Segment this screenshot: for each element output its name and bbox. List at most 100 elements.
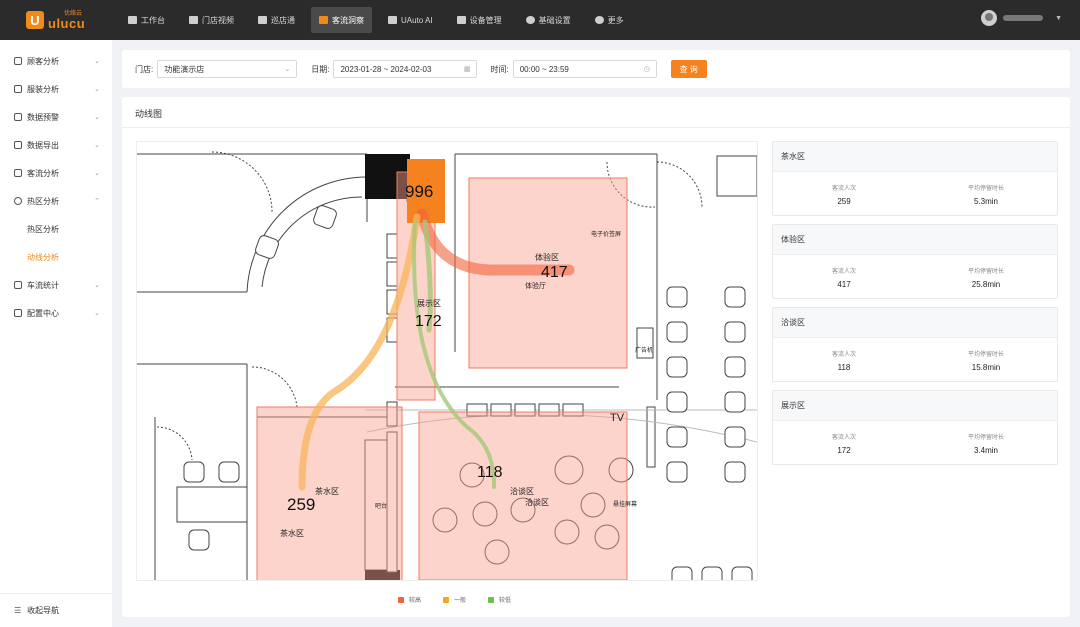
device-icon [456,16,466,24]
dwell-label: 平均停留时长 [967,185,1004,192]
ad-machine-label: 广告机 [635,346,653,354]
people-icon [319,16,328,24]
sidebar-item-label: 客流分析 [27,168,59,178]
zone-count-tea: 259 [287,495,315,514]
logo-mark-icon: U [26,11,44,29]
zone-negotiation[interactable] [418,411,628,580]
nav-item-label: 客流洞察 [332,15,364,25]
legend-label: 较高 [409,598,422,604]
nav-item-label: 基础设置 [538,15,571,25]
dwell-label: 平均停留时长 [967,268,1004,275]
avatar [981,10,998,26]
sidebar-item-apparel-analysis[interactable]: 服装分析 ⌄ [0,75,112,103]
sidebar-subitem-heatzone[interactable]: 热区分析 [0,215,112,243]
sidebar-subitem-flow-analysis[interactable]: 动线分析 [0,243,112,271]
store-label: 门店: [135,64,154,74]
settings-icon [525,16,535,24]
nav-item-label: 门店视频 [202,15,234,25]
sidebar-item-data-alert[interactable]: 数据预警 ⌄ [0,103,112,131]
nav-item-basic-settings[interactable]: 基础设置 [518,7,579,33]
legend-swatch [488,596,495,603]
visits-label: 客流人次 [831,351,856,358]
legend-item-high: 较高 [398,595,421,604]
floor-plan-map: 996 417 172 118 259 体验区 体验厅 展示区 洽谈区 洽谈区 … [136,141,758,581]
time-range-value: 00:00 ~ 23:59 [519,64,569,74]
sidebar-item-heatzone-analysis[interactable]: 热区分析 ⌃ [0,187,112,215]
zone-count-negotiation: 118 [477,464,503,481]
top-navigation-bar: U 优络云 ulucu 工作台 门店视频 巡店通 客流洞察 UAuto AI 设… [0,0,1080,40]
chevron-up-icon: ⌃ [94,198,100,205]
legend: 较高 一般 较低 [398,595,533,604]
nav-item-store-video[interactable]: 门店视频 [181,7,242,33]
entrance-count: 996 [405,182,433,201]
chevron-down-icon: ⌄ [94,86,100,93]
query-button[interactable]: 查 询 [670,60,707,78]
nav-item-uauto-ai[interactable]: UAuto AI [380,7,441,33]
zone-card: 洽谈区 客流人次 118 平均停留时长 15.8min [772,307,1058,382]
visits-label: 客流人次 [831,185,856,192]
home-icon [128,16,137,24]
zone-card: 茶水区 客流人次 259 平均停留时长 5.3min [772,141,1058,216]
chevron-down-icon: ⌄ [284,66,291,73]
chevron-down-icon: ⌄ [94,310,100,317]
calendar-icon: ▦ [463,66,471,73]
panel-title: 动线图 [135,109,163,119]
date-range-picker[interactable]: 2023-01-28 ~ 2024-02-03 ▦ [333,60,478,78]
time-range-picker[interactable]: 00:00 ~ 23:59 ◷ [512,60,657,78]
user-menu[interactable]: ▼ [981,10,1062,26]
zone-sub-negotiation: 洽谈区 [525,497,549,507]
zone-card: 展示区 客流人次 172 平均停留时长 3.4min [772,390,1058,465]
collapse-nav-button[interactable]: ☰ 收起导航 [0,593,112,627]
chevron-down-icon: ▼ [1055,14,1062,22]
panel-divider [122,127,1070,128]
sidebar-item-label: 车流统计 [27,280,59,290]
nav-item-more[interactable]: 更多 [587,7,632,33]
legend-swatch [398,596,404,603]
dwell-label: 平均停留时长 [967,434,1004,441]
zone-name-experience: 体验区 [535,252,559,262]
sidebar-item-label: 数据导出 [27,140,59,150]
clock-icon: ◷ [643,66,650,73]
sidebar: 顾客分析 ⌄ 服装分析 ⌄ 数据预警 ⌄ 数据导出 ⌄ 客流分析 ⌄ 热区分析 ⌃ 热区分析… [0,40,112,627]
brand-name-en: ulucu [48,15,86,31]
dwell-value: 25.8min [971,279,1001,289]
dwell-value: 5.3min [973,196,998,206]
sidebar-item-label: 热区分析 [27,196,59,206]
export-icon [14,141,22,149]
brand-logo[interactable]: U 优络云 ulucu [0,0,120,40]
zone-name-display: 展示区 [417,299,441,308]
sidebar-item-config-center[interactable]: 配置中心 ⌄ [0,299,112,327]
visits-value: 259 [837,196,851,206]
sidebar-subitem-label: 热区分析 [27,224,59,234]
nav-item-traffic-insight[interactable]: 客流洞察 [311,7,372,33]
nav-item-device[interactable]: 设备管理 [449,7,510,33]
legend-label: 一般 [454,598,467,604]
flow-chart-panel: 动线图 996 417 172 118 259 体验区 体验厅 展示区 洽谈区 … [122,97,1070,617]
sidebar-item-customer-analysis[interactable]: 顾客分析 ⌄ [0,47,112,75]
sidebar-subitem-label: 动线分析 [27,252,59,262]
nav-item-patrol[interactable]: 巡店通 [250,7,303,33]
zone-card-title: 洽谈区 [773,308,1057,338]
visits-value: 118 [837,362,851,372]
nav-item-workbench[interactable]: 工作台 [120,7,173,33]
sidebar-item-vehicle-stats[interactable]: 车流统计 ⌄ [0,271,112,299]
chevron-down-icon: ⌄ [94,114,100,121]
sidebar-item-label: 顾客分析 [27,56,59,66]
sidebar-item-label: 数据预警 [27,112,59,122]
filter-bar: 门店: 功能演示店 ⌄ 日期: 2023-01-28 ~ 2024-02-03 … [122,50,1070,88]
target-icon [14,197,22,205]
nav-item-label: UAuto AI [401,15,433,25]
sidebar-item-traffic-analysis[interactable]: 客流分析 ⌄ [0,159,112,187]
store-select-value: 功能演示店 [164,64,205,74]
counter-label: 吧台 [375,502,387,510]
zones [256,159,628,580]
more-icon [594,16,604,24]
zone-count-display: 172 [415,313,442,330]
store-select[interactable]: 功能演示店 ⌄ [157,60,298,78]
collapse-nav-label: 收起导航 [27,606,60,615]
sidebar-item-label: 配置中心 [27,308,59,318]
sidebar-item-label: 服装分析 [27,84,59,94]
sidebar-item-data-export[interactable]: 数据导出 ⌄ [0,131,112,159]
hanging-screen-label: 悬挂屏幕 [613,500,637,508]
visits-label: 客流人次 [831,434,856,441]
